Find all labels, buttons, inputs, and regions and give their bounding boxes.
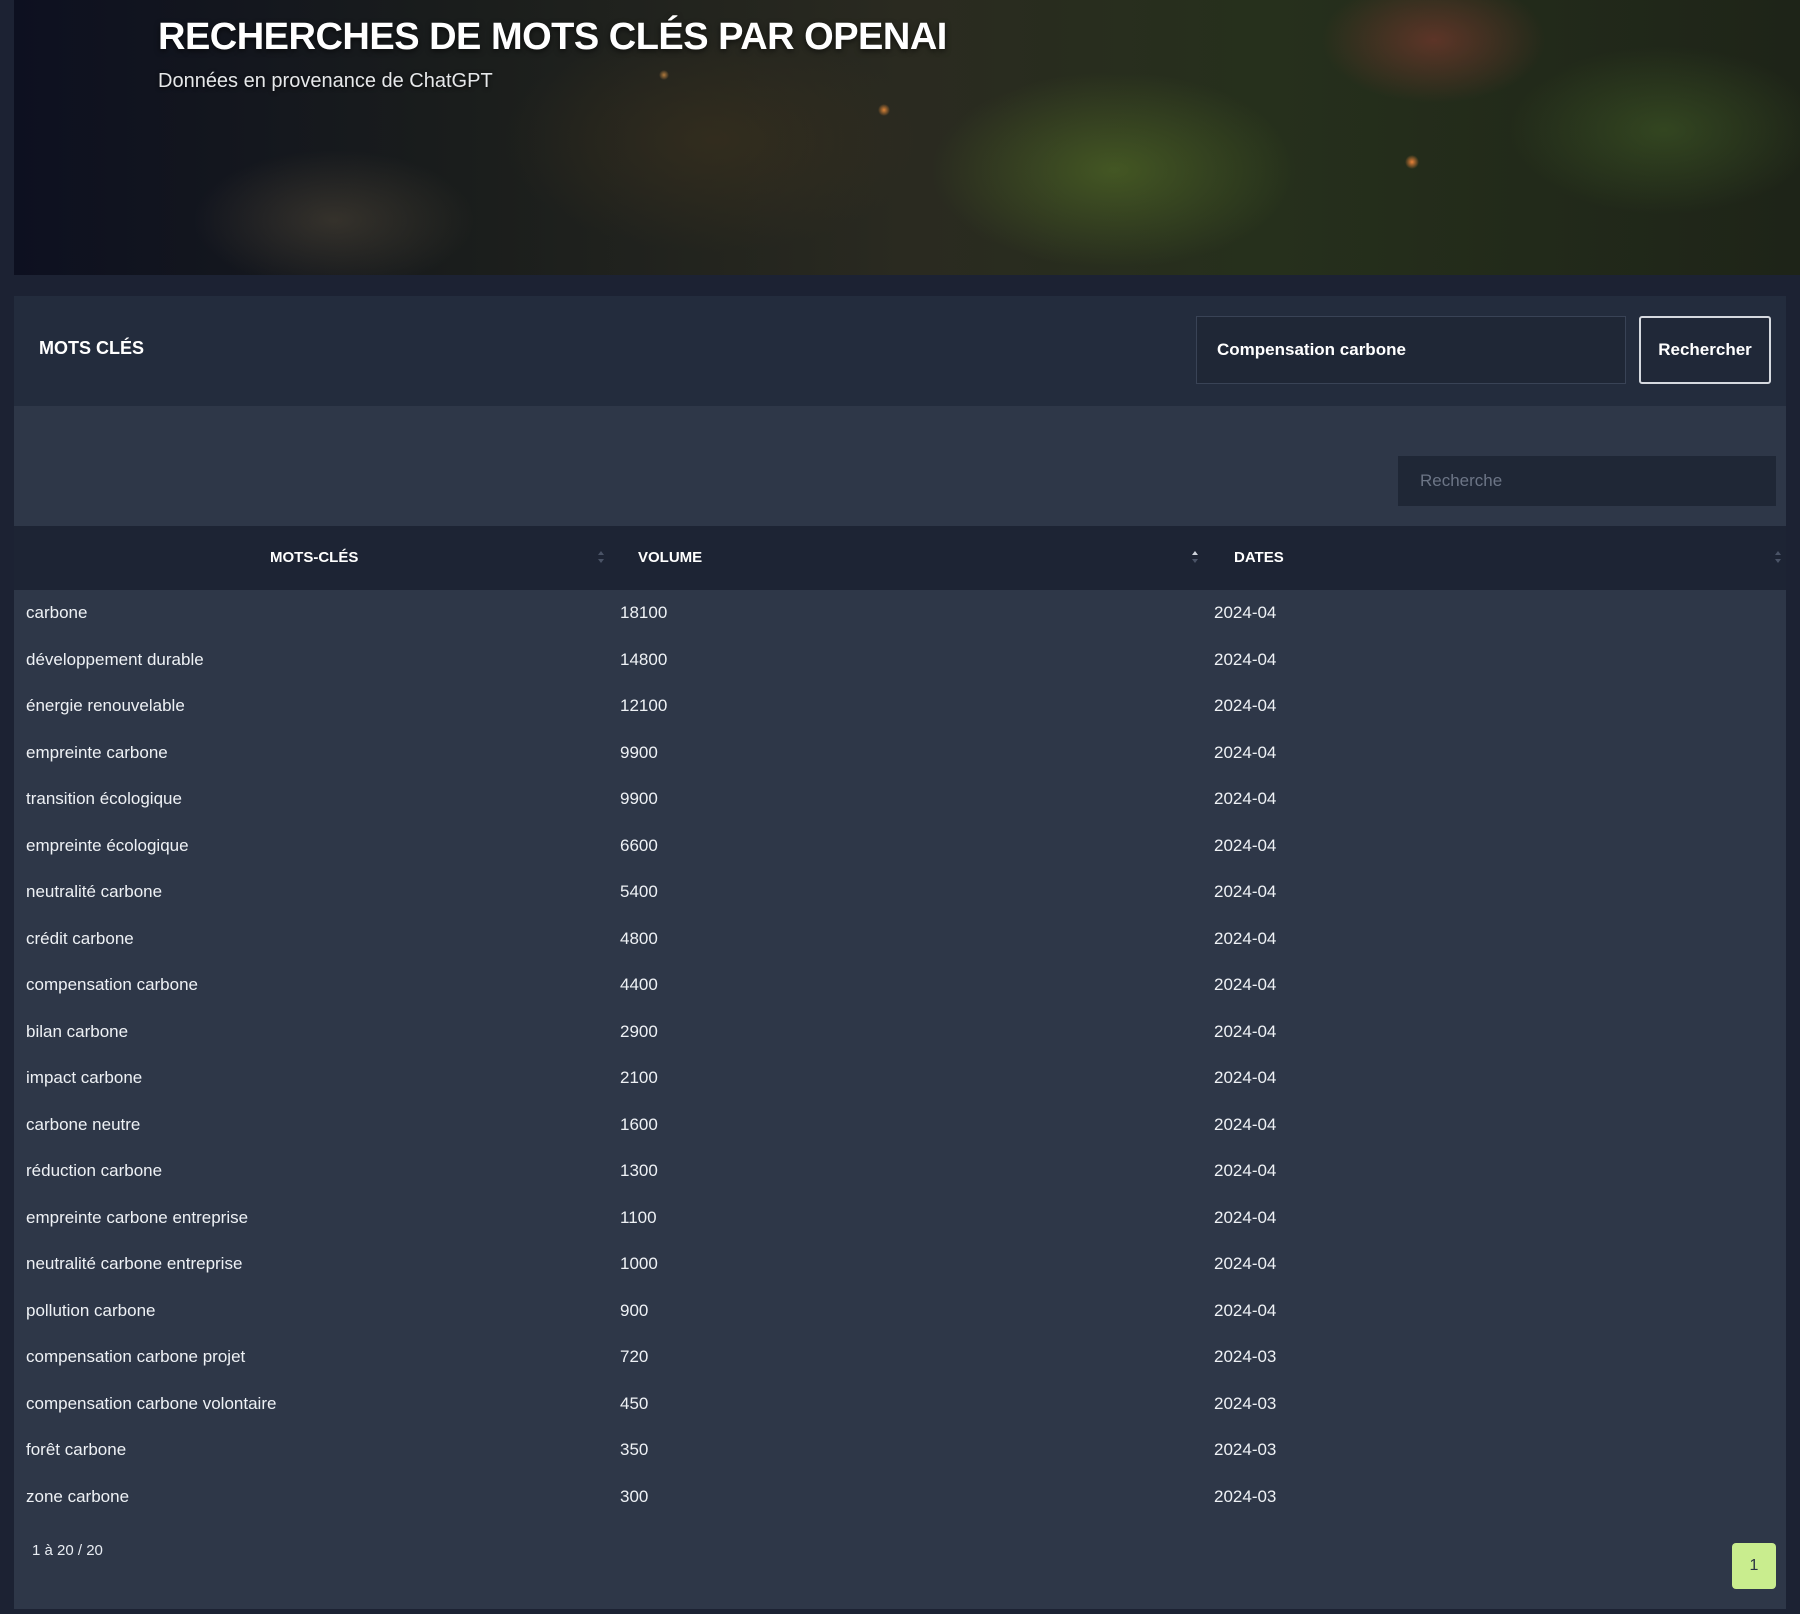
date-cell: 2024-03 [1214,1486,1277,1506]
date-cell: 2024-04 [1214,1300,1277,1320]
keyword-cell: neutralité carbone [26,882,163,901]
search-button[interactable]: Rechercher [1639,316,1771,384]
keyword-cell: crédit carbone [26,928,134,948]
table-row: bilan carbone 2900 2024-04 [14,1009,1786,1056]
pagination-info: 1 à 20 / 20 [32,1542,103,1559]
column-header-keywords[interactable]: MOTS-CLÉS [270,526,358,590]
keyword-cell: carbone neutre [26,1114,141,1134]
keyword-cell: carbone [26,603,88,622]
table-row: énergie renouvelable 12100 2024-04 [14,683,1786,730]
table-row: transition écologique 9900 2024-04 [14,776,1786,823]
date-cell: 2024-04 [1214,928,1277,948]
volume-cell: 350 [620,1440,649,1459]
table-header: MOTS-CLÉS VOLUME DATES [14,526,1786,590]
date-cell: 2024-04 [1214,696,1277,715]
volume-cell: 450 [620,1393,649,1413]
date-cell: 2024-04 [1214,649,1277,669]
keywords-card: MOTS CLÉS Rechercher MOTS-CLÉS VOLUME DA… [14,296,1786,1609]
keyword-cell: empreinte carbone [26,742,168,762]
table-row: crédit carbone 4800 2024-04 [14,916,1786,963]
keyword-input[interactable] [1196,316,1626,384]
sort-icon[interactable] [597,548,605,568]
keyword-cell: impact carbone [26,1068,143,1087]
sort-icon[interactable] [1774,548,1782,568]
sort-icon[interactable] [1191,548,1199,568]
table-row: compensation carbone volontaire 450 2024-0… [14,1381,1786,1428]
date-cell: 2024-04 [1214,1161,1277,1180]
table-row: impact carbone 2100 2024-04 [14,1055,1786,1102]
date-cell: 2024-03 [1214,1347,1277,1366]
keyword-cell: compensation carbone volontaire [26,1393,277,1413]
column-header-dates[interactable]: DATES [1234,526,1284,590]
date-cell: 2024-03 [1214,1393,1277,1413]
table-row: empreinte carbone 9900 2024-04 [14,730,1786,777]
keyword-cell: empreinte carbone entreprise [26,1207,249,1227]
date-cell: 2024-04 [1214,835,1277,855]
date-cell: 2024-04 [1214,603,1277,622]
volume-cell: 4800 [620,928,658,948]
date-cell: 2024-04 [1214,1207,1277,1227]
keyword-cell: zone carbone [26,1486,130,1506]
page-subtitle: Données en provenance de ChatGPT [158,70,493,92]
date-cell: 2024-03 [1214,1440,1277,1459]
keyword-cell: neutralité carbone entreprise [26,1254,243,1273]
card-header: MOTS CLÉS Rechercher [14,296,1786,406]
date-cell: 2024-04 [1214,789,1277,808]
keyword-cell: compensation carbone projet [26,1347,246,1366]
keyword-cell: bilan carbone [26,1021,129,1041]
table-row: compensation carbone projet 720 2024-03 [14,1334,1786,1381]
card-title: MOTS CLÉS [39,338,145,358]
volume-cell: 1300 [620,1161,658,1180]
keyword-cell: réduction carbone [26,1161,163,1180]
volume-cell: 9900 [620,742,658,762]
volume-cell: 1000 [620,1254,658,1273]
volume-cell: 300 [620,1486,649,1506]
volume-cell: 12100 [620,696,668,715]
table-row: développement durable 14800 2024-04 [14,637,1786,684]
volume-cell: 2100 [620,1068,658,1087]
keyword-cell: compensation carbone [26,975,199,994]
keyword-cell: transition écologique [26,789,182,808]
table-row: réduction carbone 1300 2024-04 [14,1148,1786,1195]
keyword-cell: forêt carbone [26,1440,127,1459]
volume-cell: 720 [620,1347,649,1366]
keyword-cell: énergie renouvelable [26,696,185,715]
table-row: carbone neutre 1600 2024-04 [14,1102,1786,1149]
table-filter-input[interactable] [1398,456,1776,506]
table-body: carbone 18100 2024-04 développement durable… [14,590,1786,1520]
volume-cell: 18100 [620,603,668,622]
volume-cell: 900 [620,1300,649,1320]
date-cell: 2024-04 [1214,1254,1277,1273]
volume-cell: 14800 [620,649,668,669]
table-row: neutralité carbone entreprise 1000 2024-04 [14,1241,1786,1288]
date-cell: 2024-04 [1214,742,1277,762]
date-cell: 2024-04 [1214,1068,1277,1087]
volume-cell: 4400 [620,975,658,994]
table-row: zone carbone 300 2024-03 [14,1474,1786,1521]
page-title: RECHERCHES DE MOTS CLÉS PAR OPENAI [158,16,947,58]
date-cell: 2024-04 [1214,1114,1277,1134]
keyword-cell: développement durable [26,649,204,669]
table-row: compensation carbone 4400 2024-04 [14,962,1786,1009]
volume-cell: 1600 [620,1114,658,1134]
keyword-cell: pollution carbone [26,1300,156,1320]
table-row: neutralité carbone 5400 2024-04 [14,869,1786,916]
date-cell: 2024-04 [1214,975,1277,994]
keyword-cell: empreinte écologique [26,835,189,855]
table-row: carbone 18100 2024-04 [14,590,1786,637]
table-row: pollution carbone 900 2024-04 [14,1288,1786,1335]
column-header-volume[interactable]: VOLUME [638,526,702,590]
volume-cell: 1100 [620,1207,657,1227]
volume-cell: 6600 [620,835,658,855]
date-cell: 2024-04 [1214,882,1277,901]
table-row: forêt carbone 350 2024-03 [14,1427,1786,1474]
hero-banner: RECHERCHES DE MOTS CLÉS PAR OPENAI Donné… [14,0,1800,275]
table-row: empreinte écologique 6600 2024-04 [14,823,1786,870]
table-row: empreinte carbone entreprise 1100 2024-04 [14,1195,1786,1242]
volume-cell: 9900 [620,789,658,808]
page-button-1[interactable]: 1 [1732,1543,1776,1589]
volume-cell: 2900 [620,1021,658,1041]
volume-cell: 5400 [620,882,658,901]
date-cell: 2024-04 [1214,1021,1277,1041]
